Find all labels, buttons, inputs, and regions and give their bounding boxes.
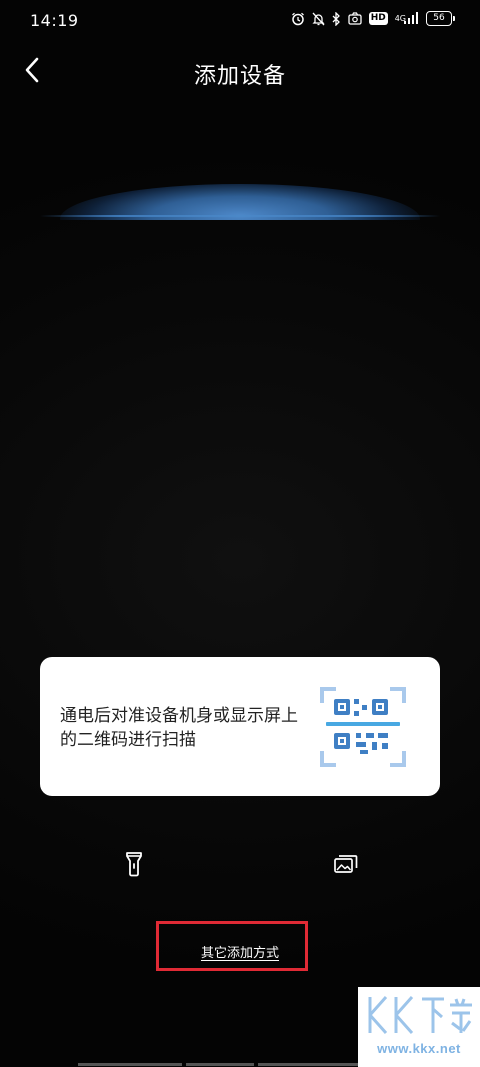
camera-icon	[348, 12, 362, 25]
mute-bell-icon	[312, 12, 325, 26]
hd-badge: HD	[368, 12, 388, 25]
header: 添加设备	[0, 48, 480, 98]
watermark-logo	[364, 991, 476, 1039]
album-icon	[334, 854, 358, 878]
scan-tip-card: 通电后对准设备机身或显示屏上的二维码进行扫描	[40, 657, 440, 796]
scan-line-glow	[40, 170, 440, 220]
other-add-methods-link[interactable]: 其它添加方式	[0, 942, 480, 961]
qr-code-icon	[320, 687, 406, 767]
page-title: 添加设备	[193, 64, 286, 89]
watermark: www.kkx.net	[358, 987, 480, 1067]
alarm-icon	[291, 12, 305, 26]
battery-indicator: 56	[426, 11, 455, 26]
status-bar: 14:19 HD 4G 56	[0, 0, 480, 42]
album-button[interactable]	[326, 846, 366, 886]
bluetooth-icon	[332, 11, 341, 26]
watermark-site: www.kkx.net	[377, 1041, 461, 1056]
scan-line	[40, 215, 440, 217]
add-device-screen: 14:19 HD 4G 56 添加设备 通电后对准设备机身或显示屏上的二维码进行…	[0, 0, 480, 1067]
status-icons: HD 4G 56	[291, 11, 455, 26]
scan-tip-text: 通电后对准设备机身或显示屏上的二维码进行扫描	[60, 706, 298, 750]
gesture-bar	[78, 1063, 368, 1066]
status-time: 14:19	[30, 11, 79, 30]
signal-icon: 4G	[395, 12, 419, 25]
flashlight-icon	[125, 851, 143, 881]
flashlight-button[interactable]	[114, 846, 154, 886]
